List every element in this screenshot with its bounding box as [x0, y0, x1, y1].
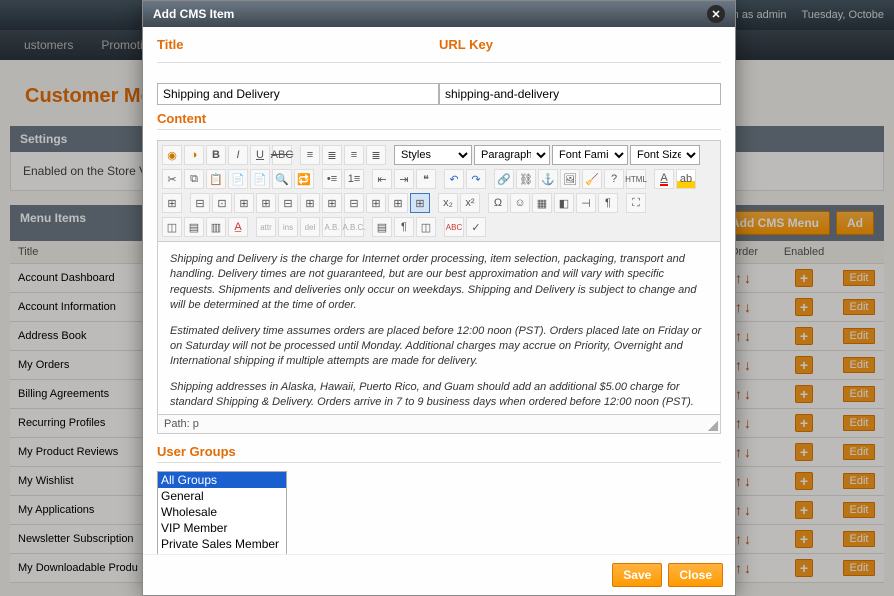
user-groups-label: User Groups	[157, 444, 721, 463]
paste-text-icon[interactable]: 📄	[228, 169, 248, 189]
unlink-icon[interactable]: ⛓	[516, 169, 536, 189]
replace-icon[interactable]: 🔁	[294, 169, 314, 189]
emot-icon[interactable]: ☺	[510, 193, 530, 213]
save-button[interactable]: Save	[612, 563, 662, 587]
modal-header: Add CMS Item ✕	[143, 1, 735, 27]
cut-icon[interactable]: ✂	[162, 169, 182, 189]
paste-icon[interactable]: 📋	[206, 169, 226, 189]
user-groups-listbox[interactable]: All GroupsGeneralWholesaleVIP MemberPriv…	[157, 471, 287, 554]
group-option[interactable]: VIP Member	[158, 520, 286, 536]
urlkey-input[interactable]	[439, 83, 721, 105]
content-label: Content	[157, 111, 721, 130]
visualblocks-icon[interactable]: ◫	[416, 217, 436, 237]
layer-icon[interactable]: ◫	[162, 217, 182, 237]
group-option[interactable]: General	[158, 488, 286, 504]
redo-icon[interactable]: ↷	[466, 169, 486, 189]
find-icon[interactable]: 🔍	[272, 169, 292, 189]
clean-icon[interactable]: 🧹	[582, 169, 602, 189]
ins-icon[interactable]: ins	[278, 217, 298, 237]
wysiwyg-toolbar: ◉ ◑ B I U ABC ≡ ≣ ≡ ≣ Styles Paragraph F…	[157, 140, 721, 241]
indent-icon[interactable]: ⇥	[394, 169, 414, 189]
close-icon[interactable]: ✕	[707, 5, 725, 23]
cell-props-icon[interactable]: ⊡	[212, 193, 232, 213]
row-props-icon[interactable]: ⊟	[190, 193, 210, 213]
delete-col-icon[interactable]: ⊟	[344, 193, 364, 213]
char-icon[interactable]: Ω	[488, 193, 508, 213]
spell1-icon[interactable]: ABC	[444, 217, 464, 237]
link-icon[interactable]: 🔗	[494, 169, 514, 189]
strike-icon[interactable]: ABC	[272, 145, 292, 165]
paste-word-icon[interactable]: 📄	[250, 169, 270, 189]
abs-icon[interactable]: A̲	[228, 217, 248, 237]
col-before-icon[interactable]: ⊞	[300, 193, 320, 213]
html-icon[interactable]: HTML	[626, 169, 646, 189]
abbr-icon[interactable]: A.B.	[322, 217, 342, 237]
content-para-3: Shipping addresses in Alaska, Hawaii, Pu…	[170, 380, 708, 411]
row-after-icon[interactable]: ⊞	[256, 193, 276, 213]
title-input[interactable]	[157, 83, 439, 105]
media-icon[interactable]: ▦	[532, 193, 552, 213]
group-option[interactable]: Wholesale	[158, 504, 286, 520]
print-icon[interactable]: ¶	[598, 193, 618, 213]
pagebreak-icon[interactable]: ⊣	[576, 193, 596, 213]
editor-path: Path: p	[157, 415, 721, 434]
underline-icon[interactable]: U	[250, 145, 270, 165]
col-after-icon[interactable]: ⊞	[322, 193, 342, 213]
resize-grip-icon[interactable]	[708, 421, 718, 431]
acronym-icon[interactable]: A.B.C.	[344, 217, 364, 237]
group-option[interactable]: Private Sales Member	[158, 536, 286, 552]
source-icon[interactable]: ◉	[162, 145, 182, 165]
merge-cell-icon[interactable]: ⊞	[388, 193, 408, 213]
template-icon[interactable]: ▤	[372, 217, 392, 237]
add-cms-item-modal: Add CMS Item ✕ Title URL Key Content ◉ ◑…	[142, 0, 736, 596]
urlkey-label: URL Key	[439, 37, 721, 52]
modal-title: Add CMS Item	[153, 7, 707, 21]
bullet-list-icon[interactable]: •≡	[322, 169, 342, 189]
split-cell-icon[interactable]: ⊞	[366, 193, 386, 213]
row-before-icon[interactable]: ⊞	[234, 193, 254, 213]
visualchars-icon[interactable]: ¶	[394, 217, 414, 237]
backcolor-icon[interactable]: ab	[676, 169, 696, 189]
bold-icon[interactable]: B	[206, 145, 226, 165]
blockquote-icon[interactable]: ❝	[416, 169, 436, 189]
fullscreen-icon[interactable]: ⛶	[626, 193, 646, 213]
content-editor[interactable]: Shipping and Delivery is the charge for …	[157, 241, 721, 415]
image-icon[interactable]: 🖼	[560, 169, 580, 189]
paragraph-select[interactable]: Paragraph	[474, 145, 550, 165]
spell2-icon[interactable]: ✓	[466, 217, 486, 237]
close-button[interactable]: Close	[668, 563, 723, 587]
del-icon[interactable]: del	[300, 217, 320, 237]
moveback-icon[interactable]: ▥	[206, 217, 226, 237]
font-size-select[interactable]: Font Size	[630, 145, 700, 165]
group-option[interactable]: All Groups	[158, 472, 286, 488]
italic-icon[interactable]: I	[228, 145, 248, 165]
moveforward-icon[interactable]: ▤	[184, 217, 204, 237]
sub-icon[interactable]: x₂	[438, 193, 458, 213]
attr-icon[interactable]: attr	[256, 217, 276, 237]
align-justify-icon[interactable]: ≣	[366, 145, 386, 165]
number-list-icon[interactable]: 1≡	[344, 169, 364, 189]
styles-select[interactable]: Styles	[394, 145, 472, 165]
outdent-icon[interactable]: ⇤	[372, 169, 392, 189]
content-para-1: Shipping and Delivery is the charge for …	[170, 252, 708, 314]
table-icon[interactable]: ⊞	[162, 193, 182, 213]
title-label: Title	[157, 37, 439, 52]
iframe-icon[interactable]: ◧	[554, 193, 574, 213]
align-center-icon[interactable]: ≣	[322, 145, 342, 165]
content-para-2: Estimated delivery time assumes orders a…	[170, 324, 708, 370]
anchor-icon[interactable]: ⚓	[538, 169, 558, 189]
align-right-icon[interactable]: ≡	[344, 145, 364, 165]
delete-row-icon[interactable]: ⊟	[278, 193, 298, 213]
font-family-select[interactable]: Font Family	[552, 145, 628, 165]
sup-icon[interactable]: x²	[460, 193, 480, 213]
help-icon[interactable]: ?	[604, 169, 624, 189]
copy-icon[interactable]: ⧉	[184, 169, 204, 189]
table-controls-icon[interactable]: ⊞	[410, 193, 430, 213]
newdoc-icon[interactable]: ◑	[184, 145, 204, 165]
undo-icon[interactable]: ↶	[444, 169, 464, 189]
align-left-icon[interactable]: ≡	[300, 145, 320, 165]
forecolor-icon[interactable]: A	[654, 169, 674, 189]
